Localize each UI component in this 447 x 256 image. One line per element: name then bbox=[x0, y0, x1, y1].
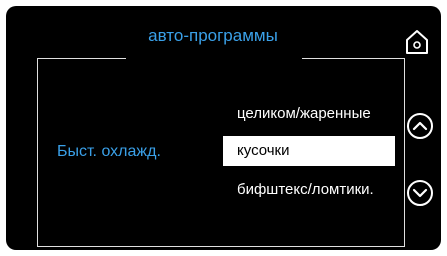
device-screen: авто-программы Быст. охлажд. целиком/жар… bbox=[0, 0, 447, 256]
option-steak-slices[interactable]: бифштекс/ломтики. bbox=[237, 180, 374, 200]
option-whole-roasted[interactable]: целиком/жаренные bbox=[237, 104, 371, 124]
scroll-up-button[interactable] bbox=[406, 112, 434, 140]
chevron-down-circle-icon bbox=[407, 180, 433, 206]
title-gap bbox=[126, 54, 302, 62]
mode-label: Быст. охлажд. bbox=[57, 143, 161, 160]
home-icon bbox=[406, 30, 428, 54]
option-pieces-selected[interactable]: кусочки bbox=[223, 136, 395, 166]
display-panel: авто-программы Быст. охлажд. целиком/жар… bbox=[6, 6, 441, 250]
home-button[interactable] bbox=[404, 28, 430, 56]
chevron-up-circle-icon bbox=[407, 113, 433, 139]
page-title: авто-программы bbox=[148, 26, 278, 45]
scroll-down-button[interactable] bbox=[406, 179, 434, 207]
